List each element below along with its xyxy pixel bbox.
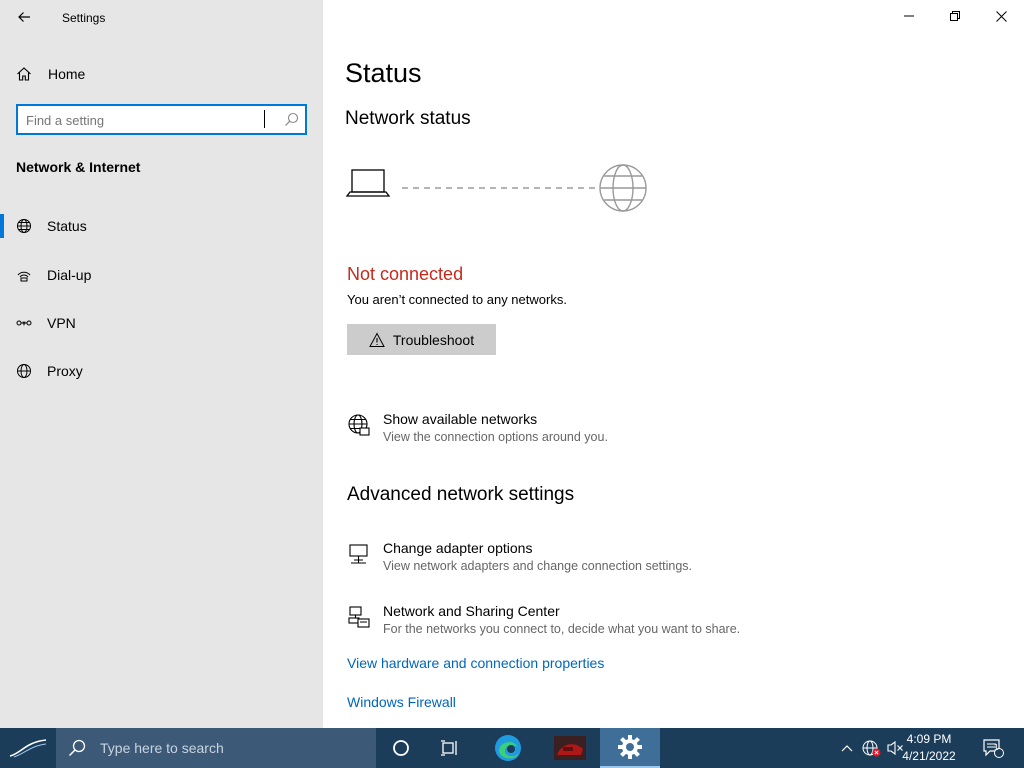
view-hardware-properties-link[interactable]: View hardware and connection properties <box>347 655 604 671</box>
home-label: Home <box>48 66 86 82</box>
taskbar: Type here to search 4:09 PM 4/21/2022 1 <box>0 728 1024 768</box>
sidebar-item-label: Proxy <box>47 363 83 379</box>
start-logo-icon <box>9 739 47 758</box>
sidebar-item-proxy[interactable]: Proxy <box>0 351 323 391</box>
minimize-icon <box>904 15 914 17</box>
sidebar-item-label: Status <box>47 218 87 234</box>
close-button[interactable] <box>978 0 1024 32</box>
show-hidden-icons-button[interactable] <box>838 728 856 768</box>
globe-icon <box>17 364 31 378</box>
search-input[interactable] <box>26 110 266 130</box>
edge-browser-button[interactable] <box>484 728 532 768</box>
change-adapter-options-link[interactable]: Change adapter options View network adap… <box>347 540 947 580</box>
sidebar: Settings Home Network & Internet Status … <box>0 0 323 728</box>
network-diagram <box>345 164 647 212</box>
back-button[interactable] <box>8 2 40 32</box>
active-indicator <box>0 214 4 238</box>
sidebar-item-label: VPN <box>47 315 76 331</box>
show-available-networks-link[interactable]: Show available networks View the connect… <box>347 411 947 451</box>
text-cursor <box>264 110 265 128</box>
cortana-button[interactable] <box>377 728 425 768</box>
search-box[interactable] <box>16 104 307 135</box>
window-controls <box>886 0 1024 32</box>
title-bar: Settings <box>0 0 323 36</box>
link-description: View the connection options around you. <box>383 430 608 444</box>
app-title: Settings <box>62 11 106 25</box>
edge-browser-icon <box>495 735 521 761</box>
search-icon[interactable] <box>284 112 299 127</box>
taskbar-search-box[interactable]: Type here to search <box>56 728 376 768</box>
connection-status: Not connected <box>347 264 464 284</box>
settings-gear-icon <box>618 735 642 759</box>
sidebar-item-label: Dial-up <box>47 267 92 283</box>
sidebar-item-vpn[interactable]: VPN <box>0 303 323 343</box>
home-nav-item[interactable]: Home <box>0 56 323 92</box>
dial-up-icon <box>17 271 31 282</box>
network-sharing-center-link[interactable]: Network and Sharing Center For the netwo… <box>347 603 947 643</box>
laptop-icon <box>345 169 391 197</box>
action-center-button[interactable]: 1 <box>978 728 1008 768</box>
sharing-center-icon <box>348 606 370 628</box>
taskbar-search-placeholder: Type here to search <box>100 740 224 756</box>
network-tray-button[interactable] <box>860 728 882 768</box>
page-title: Status <box>345 58 422 88</box>
notification-count-badge: 1 <box>994 743 999 752</box>
main-content: Status Network status Not connected You … <box>323 0 1024 728</box>
settings-app-button[interactable] <box>600 728 660 768</box>
clock-time: 4:09 PM <box>906 732 952 746</box>
link-description: For the networks you connect to, decide … <box>383 622 741 636</box>
minimize-button[interactable] <box>886 0 932 32</box>
restore-icon <box>950 11 960 21</box>
restore-button[interactable] <box>932 0 978 32</box>
warning-icon <box>369 331 385 347</box>
globe-network-icon <box>348 414 370 436</box>
chevron-up-icon <box>841 745 853 752</box>
cortana-circle-icon <box>393 740 409 756</box>
clock-date: 4/21/2022 <box>902 749 956 763</box>
link-title: Change adapter options <box>383 540 533 556</box>
task-view-button[interactable] <box>426 728 474 768</box>
advanced-settings-heading: Advanced network settings <box>347 484 575 505</box>
back-arrow-icon <box>18 12 30 22</box>
troubleshoot-label: Troubleshoot <box>392 331 475 348</box>
vpn-icon <box>16 320 32 327</box>
link-description: View network adapters and change connect… <box>383 559 692 573</box>
game-app-button[interactable] <box>546 728 594 768</box>
network-status-heading: Network status <box>345 108 471 129</box>
link-title: Show available networks <box>383 411 538 427</box>
taskbar-clock[interactable]: 4:09 PM 4/21/2022 <box>894 731 964 765</box>
globe-icon <box>599 164 647 212</box>
search-icon <box>68 739 86 757</box>
notification-icon <box>983 739 1004 758</box>
network-disconnected-icon <box>862 740 881 757</box>
troubleshoot-button[interactable]: Troubleshoot <box>347 324 496 355</box>
close-icon <box>995 10 1007 22</box>
sidebar-item-status[interactable]: Status <box>0 206 323 246</box>
connection-description: You aren’t connected to any networks. <box>347 292 567 307</box>
windows-firewall-link[interactable]: Windows Firewall <box>347 694 456 710</box>
globe-network-icon <box>17 219 31 233</box>
network-adapter-icon <box>349 544 368 564</box>
link-title: Network and Sharing Center <box>383 603 560 619</box>
start-button[interactable] <box>0 728 56 768</box>
section-title: Network & Internet <box>16 159 141 175</box>
game-app-icon <box>554 736 586 760</box>
home-icon <box>17 67 31 81</box>
sidebar-item-dial-up[interactable]: Dial-up <box>0 255 323 295</box>
task-view-icon <box>441 740 457 756</box>
